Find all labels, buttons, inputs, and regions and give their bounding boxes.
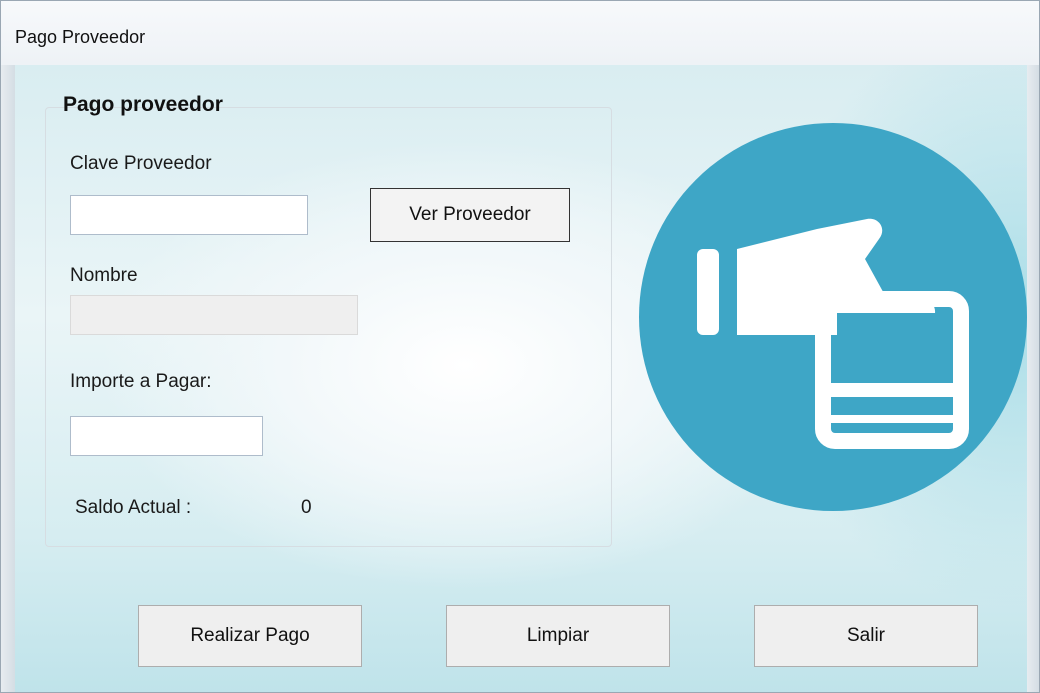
groupbox-title: Pago proveedor — [63, 93, 223, 116]
hand-card-payment-icon — [637, 121, 1027, 513]
payment-window: Pago Proveedor Pago proveedor Clave Prov… — [0, 0, 1040, 693]
window-title: Pago Proveedor — [15, 27, 146, 47]
clave-proveedor-input[interactable] — [70, 195, 308, 235]
importe-input[interactable] — [70, 416, 263, 456]
limpiar-button[interactable]: Limpiar — [446, 605, 670, 667]
title-bar[interactable]: Pago Proveedor — [1, 1, 1039, 65]
nombre-label: Nombre — [70, 265, 138, 286]
client-area: Pago proveedor Clave Proveedor Ver Prove… — [15, 65, 1027, 692]
importe-label: Importe a Pagar: — [70, 371, 212, 392]
nombre-field[interactable] — [70, 295, 358, 335]
clave-proveedor-label: Clave Proveedor — [70, 153, 212, 174]
ver-proveedor-button[interactable]: Ver Proveedor — [370, 188, 570, 242]
window-right-edge — [1027, 65, 1039, 692]
saldo-actual-value: 0 — [301, 497, 312, 518]
realizar-pago-button[interactable]: Realizar Pago — [138, 605, 362, 667]
saldo-actual-label: Saldo Actual : — [75, 497, 192, 518]
salir-button[interactable]: Salir — [754, 605, 978, 667]
window-left-edge — [1, 65, 15, 692]
